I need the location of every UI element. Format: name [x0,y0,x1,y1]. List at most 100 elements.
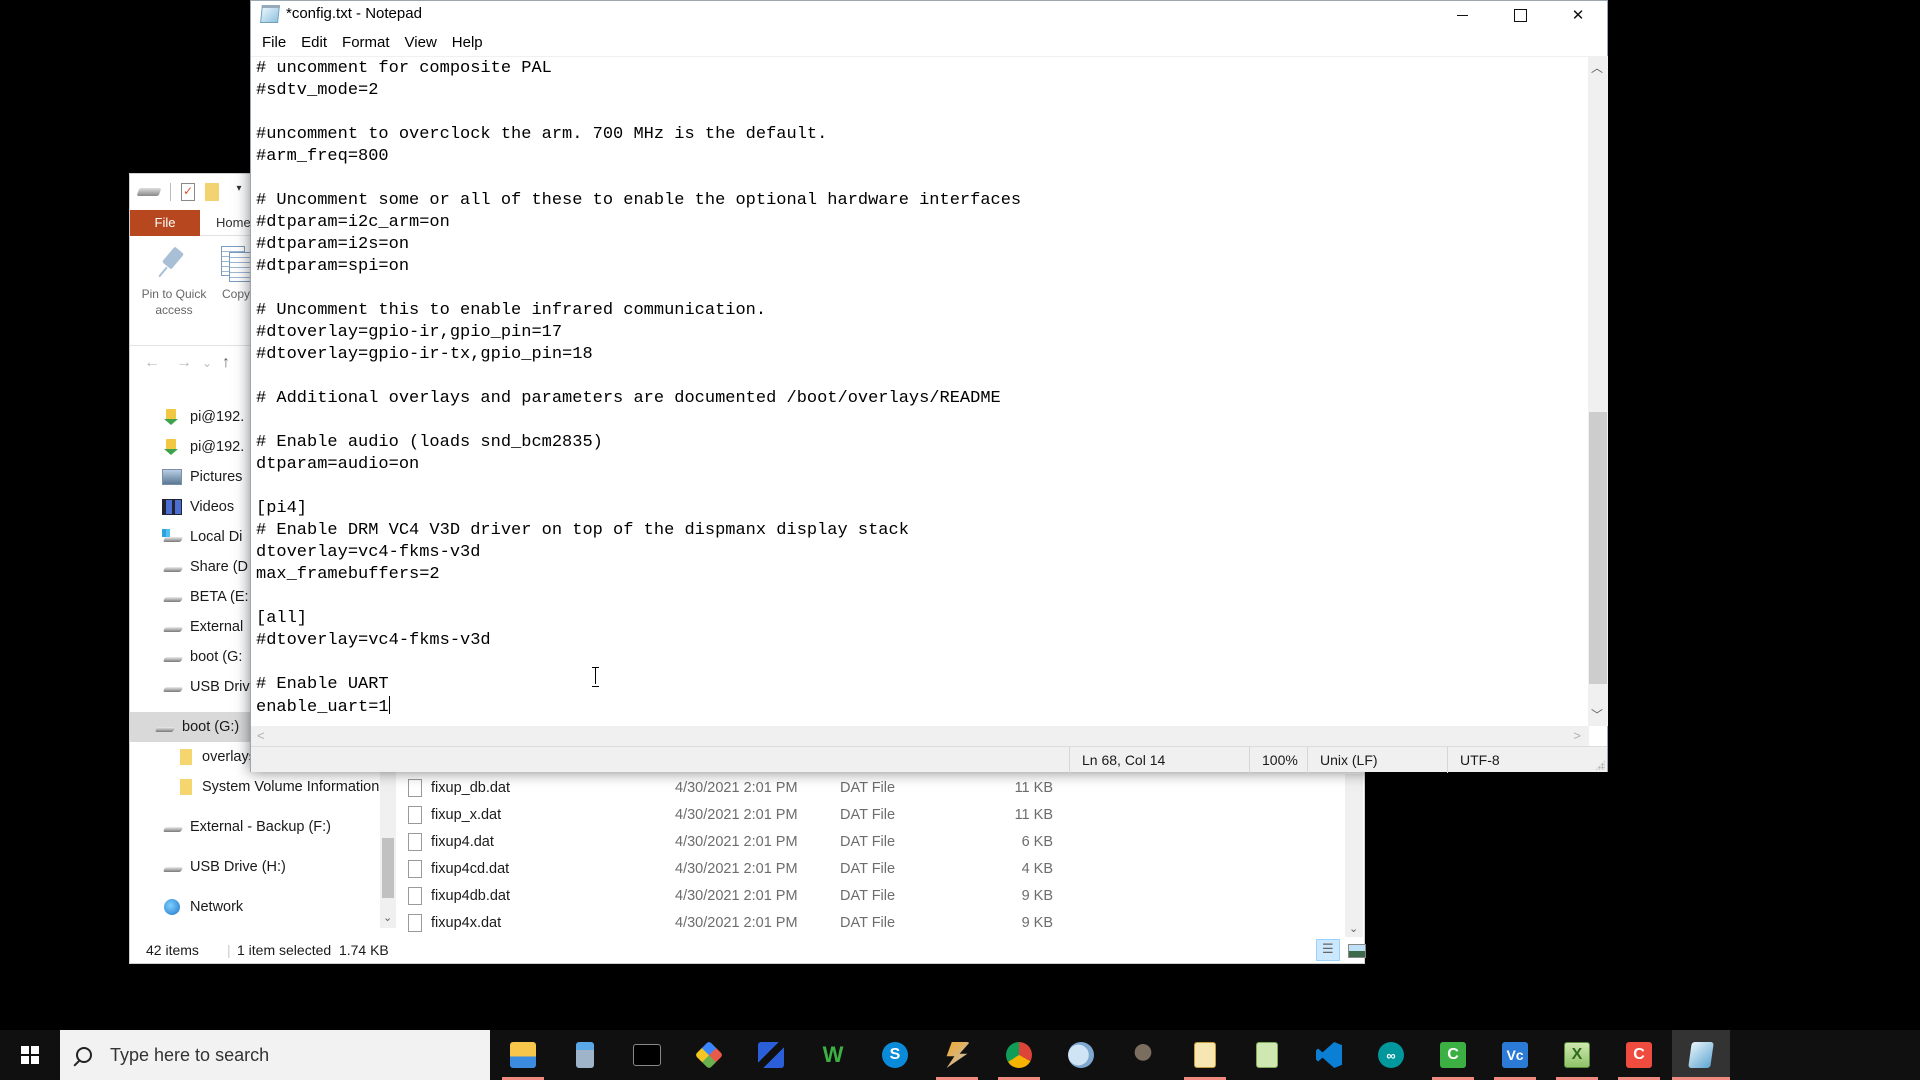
new-folder-icon[interactable] [205,183,219,201]
sidebar-item-videos[interactable]: Videos [162,492,234,522]
taskbar-app-paint[interactable] [1052,1030,1110,1080]
sidebar-item-beta[interactable]: BETA (E: [162,582,249,612]
taskbar-app-notepad[interactable] [1672,1030,1730,1080]
scroll-left-icon[interactable]: < [257,728,265,743]
taskbar-app-w-app[interactable]: W [804,1030,862,1080]
taskbar-app-network-connections[interactable] [742,1030,800,1080]
sidebar-item-label: boot (G:) [182,719,240,735]
menu-help[interactable]: Help [445,32,491,54]
scrollbar-thumb[interactable] [382,838,394,898]
scroll-down-icon[interactable]: ⌄ [1349,922,1358,935]
up-icon[interactable]: ↑ [222,354,230,372]
scroll-down-icon[interactable]: ⌄ [383,911,392,924]
start-button[interactable] [0,1030,60,1080]
taskbar-app-file-explorer[interactable] [494,1030,552,1080]
menu-format[interactable]: Format [335,32,398,54]
file-row[interactable]: fixup4.dat 4/30/2021 2:01 PM DAT File 6 KB [396,828,1346,855]
pin-to-quick-access-button[interactable]: Pin to Quick access [134,242,214,318]
menu-view[interactable]: View [398,32,445,54]
taskbar-app-vscode[interactable] [1300,1030,1358,1080]
arduino-icon: ∞ [1378,1042,1404,1068]
properties-icon[interactable] [181,183,195,201]
title-bar[interactable]: *config.txt - Notepad [251,1,1607,29]
vnc-icon: Vc [1502,1042,1528,1068]
text-editor[interactable]: # uncomment for composite PAL #sdtv_mode=… [251,56,1589,726]
minimize-button[interactable] [1433,1,1491,29]
line-ending: Unix (LF) [1307,747,1447,773]
network-connections-icon [758,1042,784,1068]
scroll-right-icon[interactable]: > [1573,728,1581,743]
file-date: 4/30/2021 2:01 PM [675,833,798,850]
sidebar-item-boot[interactable]: boot (G: [162,642,242,672]
taskbar-app-skype[interactable]: S [866,1030,924,1080]
sidebar-item-label: Share (D [190,559,249,575]
taskbar-app-arduino[interactable]: ∞ [1362,1030,1420,1080]
gimp-icon [1130,1042,1156,1068]
text-line: #uncomment to overclock the arm. 700 MHz… [256,125,828,144]
large-icons-view-button[interactable] [1344,939,1368,961]
recent-locations-icon[interactable]: ⌄ [202,356,212,370]
sidebar-item-external[interactable]: External [162,612,243,642]
network-folder-icon [162,439,182,455]
file-row[interactable]: fixup_db.dat 4/30/2021 2:01 PM DAT File 11 … [396,774,1346,801]
maximize-button[interactable] [1491,1,1549,29]
sidebar-item-pictures[interactable]: Pictures [162,462,242,492]
taskbar-app-git[interactable] [680,1030,738,1080]
sidebar-item-share[interactable]: Share (D [162,552,248,582]
taskbar-app-vnc[interactable]: Vc [1486,1030,1544,1080]
taskbar-app-excel[interactable]: X [1548,1030,1606,1080]
sidebar-item-network[interactable]: Network [162,892,243,922]
back-icon[interactable]: ← [144,354,160,372]
file-row[interactable]: fixup4x.dat 4/30/2021 2:01 PM DAT File 9 KB [396,909,1346,936]
taskbar-search[interactable]: Type here to search [60,1030,490,1080]
taskbar-app-camtasia[interactable]: C [1424,1030,1482,1080]
customize-toolbar-dropdown-icon[interactable]: ▾ [229,183,249,201]
horizontal-scrollbar[interactable]: < > [251,726,1589,746]
sidebar-item-overlays[interactable]: overlays [174,742,256,772]
taskbar-app-notepadpp[interactable] [1238,1030,1296,1080]
sidebar-item-usb-drive[interactable]: USB Driv [162,672,250,702]
taskbar-app-gimp[interactable] [1114,1030,1172,1080]
file-type: DAT File [840,914,896,931]
taskbar-app-freeplane[interactable] [1176,1030,1234,1080]
tab-home[interactable]: Home [216,210,251,236]
taskbar-app-camtasia-recorder[interactable]: C [1610,1030,1668,1080]
file-type: DAT File [840,833,896,850]
forward-icon[interactable]: → [176,354,192,372]
chrome-icon [1006,1042,1032,1068]
sidebar-item-usb-drive-h[interactable]: USB Drive (H:) [162,852,286,882]
winamp-icon [946,1042,970,1068]
close-button[interactable] [1549,1,1607,29]
menu-edit[interactable]: Edit [294,32,335,54]
scroll-up-icon[interactable]: ︿ [1591,59,1603,76]
sidebar-item-label: System Volume Information [202,779,380,795]
file-row[interactable]: fixup4cd.dat 4/30/2021 2:01 PM DAT File 4 K… [396,855,1346,882]
sidebar-item-system-volume-information[interactable]: System Volume Information [174,772,379,802]
scroll-down-icon[interactable]: ﹀ [1591,706,1603,723]
selection-info: 1 item selected 1.74 KB [237,942,389,958]
file-row[interactable]: fixup_x.dat 4/30/2021 2:01 PM DAT File 11 K… [396,801,1346,828]
drive-icon [162,589,182,605]
taskbar-app-chrome[interactable] [990,1030,1048,1080]
notepad-window[interactable]: *config.txt - Notepad File Edit Format V… [250,0,1609,773]
tab-file[interactable]: File [130,210,200,236]
file-list-scrollbar[interactable]: ⌄ [1345,774,1363,939]
file-row[interactable]: fixup4db.dat 4/30/2021 2:01 PM DAT File 9 K… [396,882,1346,909]
details-view-button[interactable] [1316,939,1340,961]
menu-file[interactable]: File [255,32,294,54]
sidebar-item-external-backup[interactable]: External - Backup (F:) [162,812,331,842]
scrollbar-thumb[interactable] [1589,411,1607,684]
pin-label: Pin to Quick access [141,287,207,317]
notepadpp-icon [1256,1042,1278,1068]
window-title: *config.txt - Notepad [286,5,422,22]
encoding: UTF-8 [1447,747,1609,773]
taskbar-app-calculator[interactable] [556,1030,614,1080]
taskbar-app-winamp[interactable] [928,1030,986,1080]
sidebar-item[interactable]: pi@192. [162,432,244,462]
sidebar-item-local-disk[interactable]: Local Di [162,522,242,552]
folder-icon [180,749,192,765]
text-line [256,652,1021,674]
sidebar-item[interactable]: pi@192. [162,402,244,432]
taskbar-app-command-prompt[interactable] [618,1030,676,1080]
vertical-scrollbar[interactable]: ︿ ﹀ [1588,56,1608,726]
